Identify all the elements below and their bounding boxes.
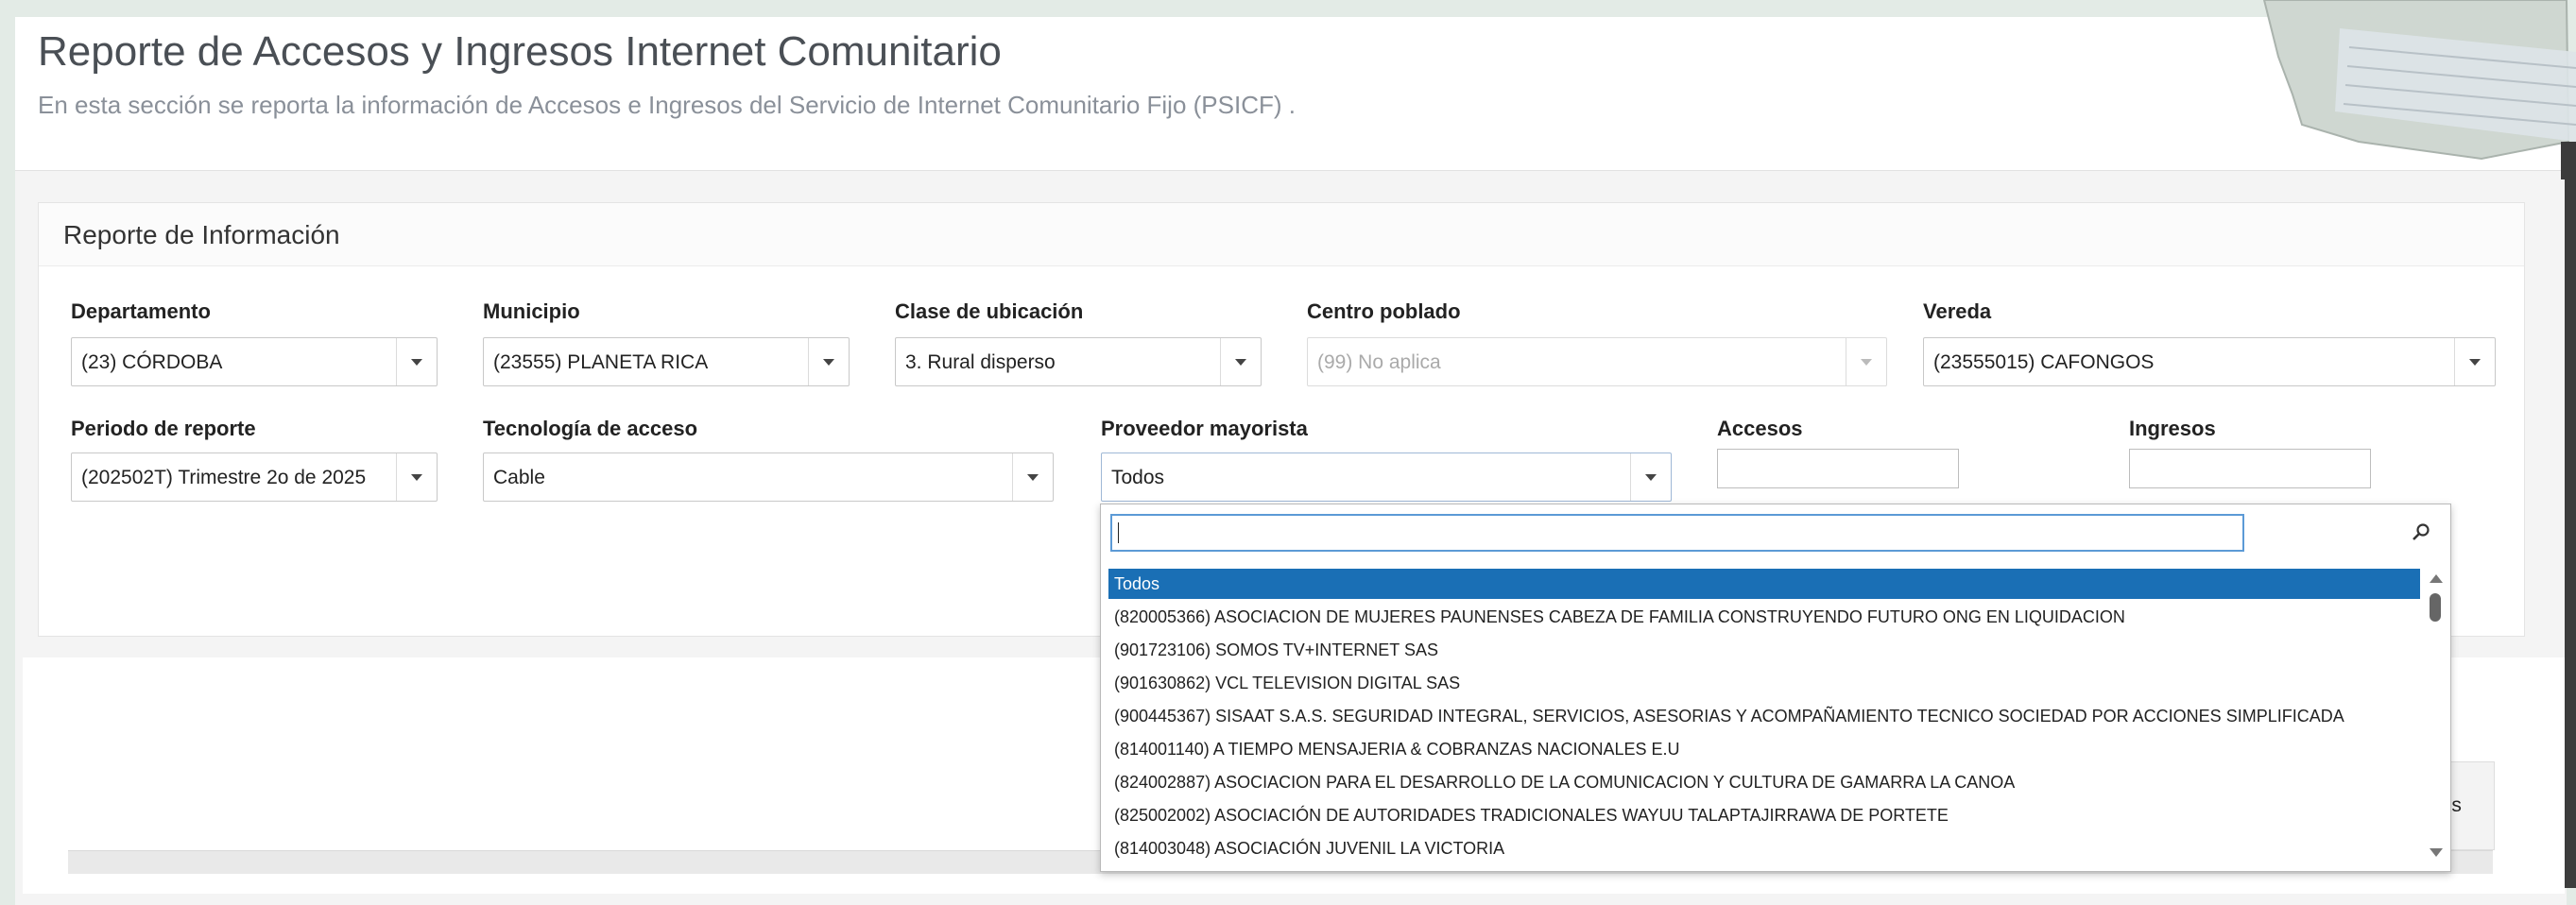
dropdown-option[interactable]: (824002887) ASOCIACION PARA EL DESARROLL… bbox=[1108, 767, 2420, 797]
page-title: Reporte de Accesos y Ingresos Internet C… bbox=[38, 28, 1002, 75]
accesos-input[interactable] bbox=[1717, 449, 1959, 488]
panel-title: Reporte de Información bbox=[63, 220, 340, 249]
dropdown-scrollbar[interactable] bbox=[2426, 565, 2445, 865]
chevron-down-icon[interactable] bbox=[808, 338, 849, 385]
tecnologia-select[interactable]: Cable bbox=[483, 452, 1054, 502]
municipio-label: Municipio bbox=[483, 299, 580, 323]
page-subtitle: En esta sección se reporta la informació… bbox=[38, 91, 1296, 119]
chevron-down-icon[interactable] bbox=[2454, 338, 2495, 385]
departamento-label: Departamento bbox=[71, 299, 211, 323]
dropdown-option[interactable]: (901723106) SOMOS TV+INTERNET SAS bbox=[1108, 635, 2420, 665]
chevron-down-icon[interactable] bbox=[396, 453, 437, 501]
chevron-down-icon[interactable] bbox=[1220, 338, 1261, 385]
scroll-up-icon[interactable] bbox=[2430, 574, 2443, 583]
periodo-value: (202502T) Trimestre 2o de 2025 bbox=[81, 467, 367, 488]
proveedor-label: Proveedor mayorista bbox=[1101, 417, 1308, 440]
ingresos-label: Ingresos bbox=[2129, 417, 2216, 440]
clase-ubicacion-label: Clase de ubicación bbox=[895, 299, 1084, 323]
periodo-label: Periodo de reporte bbox=[71, 417, 256, 440]
centro-poblado-select: (99) No aplica bbox=[1307, 337, 1887, 386]
dropdown-options-list: Todos (820005366) ASOCIACION DE MUJERES P… bbox=[1108, 569, 2422, 871]
chevron-down-icon[interactable] bbox=[1630, 453, 1671, 501]
proveedor-select[interactable]: Todos bbox=[1101, 452, 1672, 502]
periodo-select[interactable]: (202502T) Trimestre 2o de 2025 bbox=[71, 452, 438, 502]
clase-ubicacion-select[interactable]: 3. Rural disperso bbox=[895, 337, 1262, 386]
dropdown-option[interactable]: (820005366) ASOCIACION DE MUJERES PAUNEN… bbox=[1108, 602, 2420, 632]
tecnologia-value: Cable bbox=[493, 467, 545, 488]
dropdown-option[interactable]: (825002002) ASOCIACIÓN DE AUTORIDADES TR… bbox=[1108, 800, 2420, 830]
dropdown-search-input[interactable] bbox=[1110, 514, 2244, 552]
dropdown-option-selected[interactable]: Todos bbox=[1108, 569, 2420, 599]
chevron-down-icon[interactable] bbox=[1012, 453, 1053, 501]
centro-poblado-value: (99) No aplica bbox=[1317, 351, 1441, 373]
scroll-down-icon[interactable] bbox=[2430, 848, 2443, 857]
page-header: Reporte de Accesos y Ingresos Internet C… bbox=[15, 17, 2567, 171]
dropdown-option[interactable]: (900445367) SISAAT S.A.S. SEGURIDAD INTE… bbox=[1108, 701, 2420, 731]
vereda-value: (23555015) CAFONGOS bbox=[1933, 351, 2155, 373]
municipio-value: (23555) PLANETA RICA bbox=[493, 351, 709, 373]
ingresos-input[interactable] bbox=[2129, 449, 2371, 488]
departamento-value: (23) CÓRDOBA bbox=[81, 351, 223, 373]
dropdown-option[interactable]: (814003048) ASOCIACIÓN JUVENIL LA VICTOR… bbox=[1108, 833, 2420, 863]
vereda-select[interactable]: (23555015) CAFONGOS bbox=[1923, 337, 2496, 386]
right-edge-rail bbox=[2565, 142, 2576, 888]
text-caret bbox=[1118, 522, 1119, 543]
proveedor-dropdown: Todos (820005366) ASOCIACION DE MUJERES P… bbox=[1100, 504, 2451, 872]
departamento-select[interactable]: (23) CÓRDOBA bbox=[71, 337, 438, 386]
centro-poblado-label: Centro poblado bbox=[1307, 299, 1461, 323]
search-icon[interactable] bbox=[2411, 521, 2431, 542]
municipio-select[interactable]: (23555) PLANETA RICA bbox=[483, 337, 850, 386]
proveedor-value: Todos bbox=[1111, 467, 1165, 488]
vereda-label: Vereda bbox=[1923, 299, 1992, 323]
dropdown-option[interactable]: (814001140) A TIEMPO MENSAJERIA & COBRAN… bbox=[1108, 734, 2420, 764]
clase-ubicacion-value: 3. Rural disperso bbox=[905, 351, 1056, 373]
chevron-down-icon[interactable] bbox=[396, 338, 437, 385]
tecnologia-label: Tecnología de acceso bbox=[483, 417, 698, 440]
chevron-down-icon bbox=[1846, 338, 1886, 385]
panel-header: Reporte de Información bbox=[39, 203, 2524, 266]
scrollbar-thumb[interactable] bbox=[2430, 593, 2441, 622]
accesos-label: Accesos bbox=[1717, 417, 1803, 440]
dropdown-option[interactable]: (901630862) VCL TELEVISION DIGITAL SAS bbox=[1108, 668, 2420, 698]
